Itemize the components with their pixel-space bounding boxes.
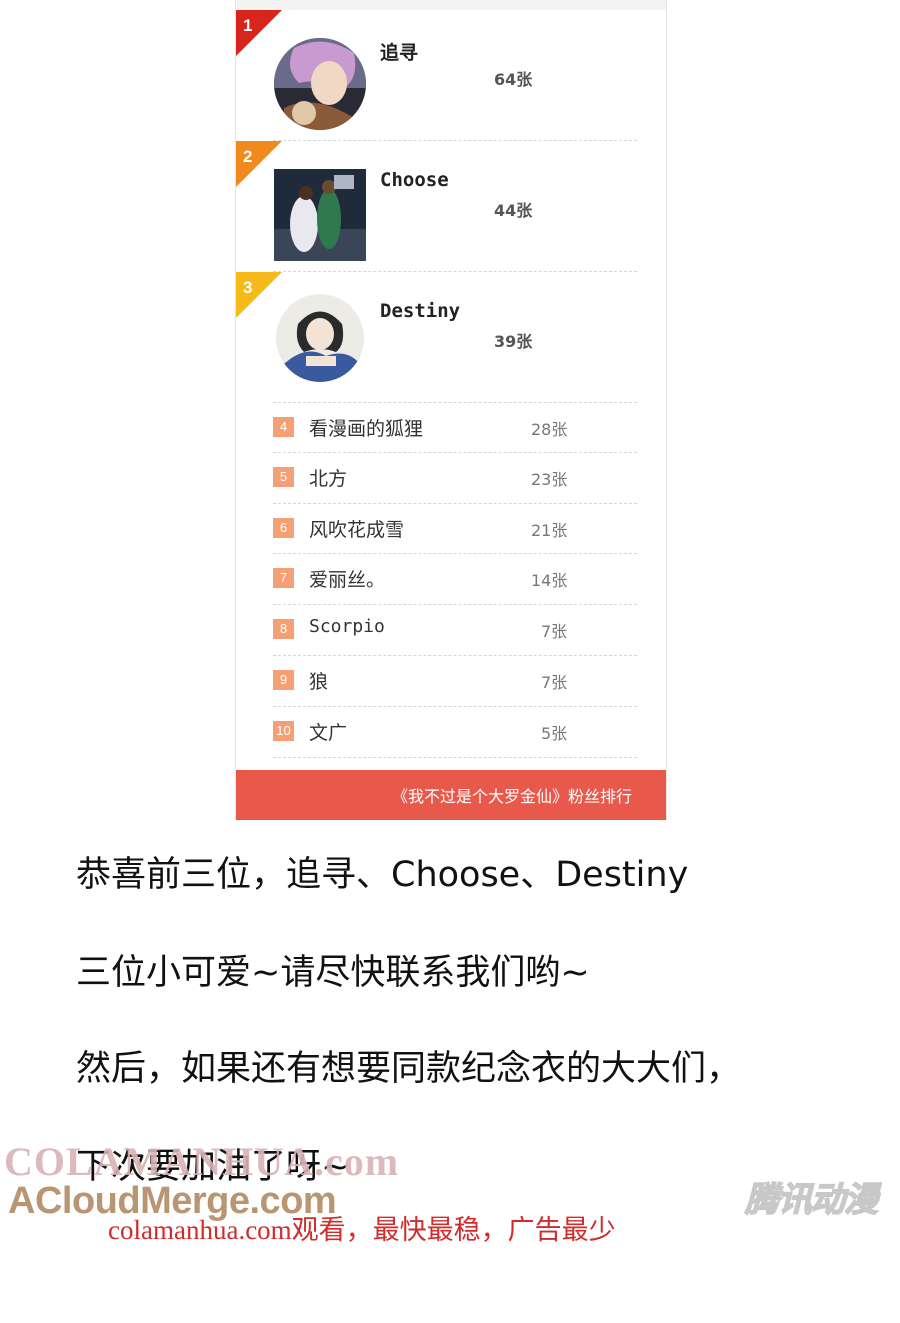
- top-rank-row-3[interactable]: 3 Destiny 39张: [236, 272, 666, 402]
- card-top-bar: [236, 0, 666, 10]
- rank-badge: 5: [273, 467, 294, 487]
- top-rank-row-1[interactable]: 1 追寻 64张: [236, 10, 666, 140]
- rank-row-6[interactable]: 6 风吹花成雪 21张: [273, 503, 637, 553]
- fan-name: Scorpio: [309, 616, 385, 637]
- fan-count: 39张: [494, 332, 533, 351]
- ranking-footer-title: 《我不过是个大罗金仙》粉丝排行: [391, 787, 632, 806]
- fan-name: 北方: [309, 468, 348, 490]
- avatar[interactable]: [274, 38, 366, 130]
- avatar[interactable]: [274, 169, 366, 261]
- rank-badge: 4: [273, 417, 294, 437]
- rank-badge: 7: [273, 568, 294, 588]
- rank-badge: 8: [273, 619, 294, 639]
- fan-name: 追寻: [380, 42, 419, 64]
- fan-count: 44张: [494, 201, 533, 220]
- text-line-2: 三位小可爱~请尽快联系我们哟~: [76, 953, 590, 993]
- fan-count: 14张: [531, 571, 568, 590]
- divider: [273, 757, 637, 758]
- text-line-3: 然后，如果还有想要同款纪念衣的大大们，: [76, 1049, 742, 1089]
- fan-name: Destiny: [380, 300, 461, 322]
- text-line-1: 恭喜前三位，追寻、Choose、Destiny: [76, 855, 689, 895]
- ranking-footer-banner: 《我不过是个大罗金仙》粉丝排行: [236, 770, 666, 820]
- rank-number: 2: [243, 147, 253, 166]
- fan-count: 64张: [494, 70, 533, 89]
- rank-number: 1: [243, 16, 253, 35]
- fan-count: 5张: [541, 724, 568, 743]
- fan-count: 28张: [531, 420, 568, 439]
- rank-badge: 10: [273, 721, 294, 741]
- rank-badge: 6: [273, 518, 294, 538]
- rank-row-4[interactable]: 4 看漫画的狐狸 28张: [273, 402, 637, 452]
- fan-ranking-card: 1 追寻 64张 2 Choose 44张 3 Destiny 39张 4 看漫…: [235, 0, 667, 820]
- site-notice-watermark: colamanhua.com观看，最快最稳，广告最少: [108, 1215, 616, 1245]
- fan-name: 文广: [309, 722, 348, 744]
- tencent-comic-logo: 腾讯动漫: [744, 1179, 879, 1221]
- rank-row-10[interactable]: 10 文广 5张: [273, 706, 637, 756]
- fan-count: 21张: [531, 521, 568, 540]
- fan-count: 7张: [541, 622, 568, 641]
- top-rank-row-2[interactable]: 2 Choose 44张: [236, 141, 666, 271]
- rank-row-5[interactable]: 5 北方 23张: [273, 452, 637, 502]
- rank-row-8[interactable]: 8 Scorpio 7张: [273, 604, 637, 654]
- fan-name: 狼: [309, 671, 329, 693]
- colamanhua-watermark: COLAMANHUA.com: [4, 1139, 400, 1184]
- rank-badge: 9: [273, 670, 294, 690]
- fan-name: Choose: [380, 169, 449, 191]
- fan-name: 爱丽丝。: [309, 569, 386, 591]
- fan-name: 风吹花成雪: [309, 519, 405, 541]
- rank-number: 3: [243, 278, 253, 297]
- avatar[interactable]: [276, 294, 364, 382]
- rank-row-9[interactable]: 9 狼 7张: [273, 655, 637, 705]
- fan-count: 23张: [531, 470, 568, 489]
- fan-count: 7张: [541, 673, 568, 692]
- rank-row-7[interactable]: 7 爱丽丝。 14张: [273, 553, 637, 603]
- fan-name: 看漫画的狐狸: [309, 418, 424, 440]
